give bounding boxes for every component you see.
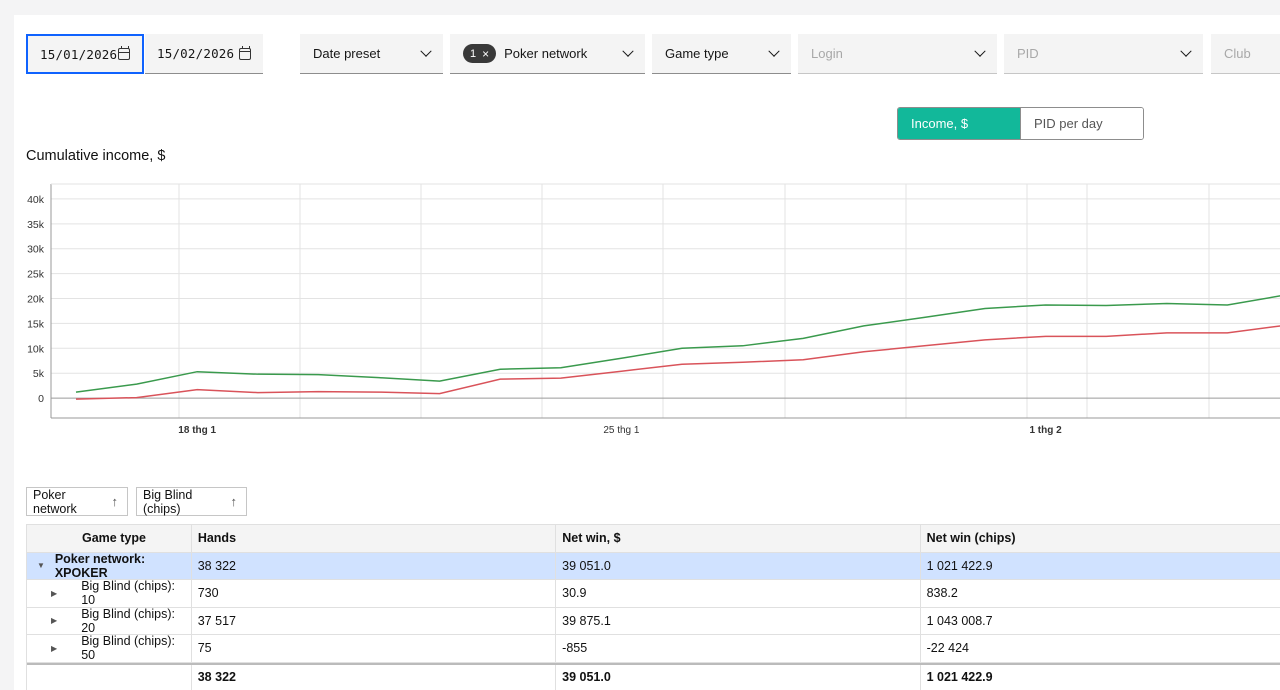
total-net-chips: 1 021 422.9 [926, 670, 993, 685]
y-tick-label: 10k [27, 343, 45, 355]
group-label: Poker network: XPOKER [54, 551, 146, 580]
col-header-hands[interactable]: Hands [192, 525, 557, 552]
row-net-win: 39 875.1 [556, 607, 921, 634]
group-net-win: 39 051.0 [556, 552, 921, 579]
y-tick-label: 40k [27, 194, 45, 206]
group-net-chips: 1 021 422.9 [926, 558, 993, 573]
table-row[interactable]: ▶ Big Blind (chips): 20 37 517 39 875.1 … [27, 606, 1280, 635]
date-to-value: 15/02/2026 [157, 46, 235, 61]
y-tick-label: 25k [27, 269, 45, 281]
row-label: Big Blind (chips): 10 [81, 579, 175, 608]
col-header-net-win[interactable]: Net win, $ [556, 525, 921, 552]
income-toggle-option[interactable]: Income, $ [898, 108, 1020, 139]
row-net-win: 30.9 [556, 580, 921, 607]
income-chart: 0 5k 10k 15k 20k 25k 30k 35k 40k 18 thg 1 25 thg 1… [27, 183, 1280, 436]
total-net-win: 39 051.0 [556, 664, 921, 690]
row-hands: 730 [192, 580, 557, 607]
chevron-down-icon [420, 45, 432, 57]
row-net-win: -855 [556, 635, 921, 662]
group-pill-big-blind[interactable]: Big Blind (chips) ↑ [136, 487, 247, 516]
sort-arrow-icon[interactable]: ↑ [112, 494, 119, 509]
table-header-row: Game type Hands Net win, $ Net win (chip… [27, 525, 1280, 553]
date-from-value: 15/01/2026 [40, 46, 118, 62]
y-tick-label: 20k [27, 294, 45, 306]
sort-arrow-icon[interactable]: ↑ [231, 494, 238, 509]
row-net-chips: 1 043 008.7 [926, 613, 993, 628]
col-header-net-win-chips[interactable]: Net win (chips) [921, 525, 1280, 552]
row-label-cell: ▶ Big Blind (chips): 10 [27, 579, 192, 608]
date-preset-select[interactable]: Date preset [300, 34, 443, 74]
date-preset-label: Date preset [313, 46, 381, 61]
chevron-down-icon [768, 45, 780, 57]
expand-caret-icon[interactable]: ▶ [27, 644, 81, 653]
club-placeholder: Club [1224, 46, 1251, 61]
row-label-cell: ▶ Big Blind (chips): 50 [27, 634, 192, 663]
table-row[interactable]: ▶ Big Blind (chips): 50 75 -855 -22 424 [27, 634, 1280, 663]
group-cell: ▼ Poker network: XPOKER [27, 551, 192, 580]
date-from-input[interactable]: 15/01/2026 [26, 34, 144, 74]
poker-network-select[interactable]: 1 × Poker network [450, 34, 645, 74]
login-placeholder: Login [811, 46, 843, 61]
chart-title: Cumulative income, $ [26, 148, 166, 164]
table-total-row: 38 322 39 051.0 1 021 422.9 [27, 662, 1280, 690]
group-pill-label: Big Blind (chips) [143, 487, 193, 516]
col-header-game-type[interactable]: Game type [27, 525, 192, 552]
y-tick-label: 0 [38, 393, 44, 405]
results-table: Game type Hands Net win, $ Net win (chip… [26, 524, 1280, 690]
poker-network-label: Poker network [504, 46, 588, 61]
y-tick-label: 15k [27, 318, 45, 330]
row-hands: 37 517 [192, 607, 557, 634]
game-type-select[interactable]: Game type [652, 34, 791, 74]
game-type-label: Game type [665, 46, 729, 61]
row-net-chips: 838.2 [926, 586, 958, 601]
series-line-red [75, 325, 1280, 400]
selected-count-tag[interactable]: 1 × [463, 44, 497, 63]
calendar-icon[interactable] [118, 46, 130, 60]
group-pill-poker-network[interactable]: Poker network ↑ [26, 487, 128, 516]
group-hands: 38 322 [192, 552, 557, 579]
pid-select[interactable]: PID [1004, 34, 1203, 74]
login-select[interactable]: Login [798, 34, 997, 74]
club-select[interactable]: Club [1211, 34, 1280, 74]
expand-caret-icon[interactable]: ▶ [27, 616, 81, 625]
group-pill-label: Poker network [33, 487, 77, 516]
row-label: Big Blind (chips): 20 [81, 606, 175, 635]
metric-toggle: Income, $ PID per day [897, 107, 1144, 140]
row-label-cell: ▶ Big Blind (chips): 20 [27, 606, 192, 635]
expand-caret-icon[interactable]: ▶ [27, 589, 81, 598]
y-tick-label: 35k [27, 219, 45, 231]
row-net-chips: -22 424 [926, 641, 969, 656]
row-hands: 75 [192, 635, 557, 662]
pid-per-day-toggle-option[interactable]: PID per day [1020, 108, 1143, 139]
calendar-icon[interactable] [239, 45, 251, 60]
pid-placeholder: PID [1017, 46, 1039, 61]
table-group-row[interactable]: ▼ Poker network: XPOKER 38 322 39 051.0 … [27, 551, 1280, 580]
row-label: Big Blind (chips): 50 [81, 634, 175, 663]
total-hands: 38 322 [192, 664, 557, 690]
chevron-down-icon [974, 45, 986, 57]
chevron-down-icon [1180, 45, 1192, 57]
total-label-cell [27, 664, 192, 690]
x-tick-label: 1 thg 2 [1029, 425, 1062, 436]
collapse-caret-icon[interactable]: ▼ [27, 561, 55, 570]
report-panel: 15/01/2026 15/02/2026 Date preset 1 × Po… [14, 15, 1280, 690]
selected-count: 1 [470, 47, 477, 60]
clear-selection-icon[interactable]: × [482, 48, 489, 60]
table-row[interactable]: ▶ Big Blind (chips): 10 730 30.9 838.2 [27, 579, 1280, 608]
y-tick-label: 30k [27, 244, 45, 256]
x-tick-label: 18 thg 1 [178, 425, 216, 436]
x-tick-label: 25 thg 1 [603, 425, 640, 436]
y-tick-label: 5k [33, 368, 45, 380]
chevron-down-icon [622, 45, 634, 57]
date-to-input[interactable]: 15/02/2026 [145, 34, 263, 74]
series-line-green [75, 295, 1280, 393]
